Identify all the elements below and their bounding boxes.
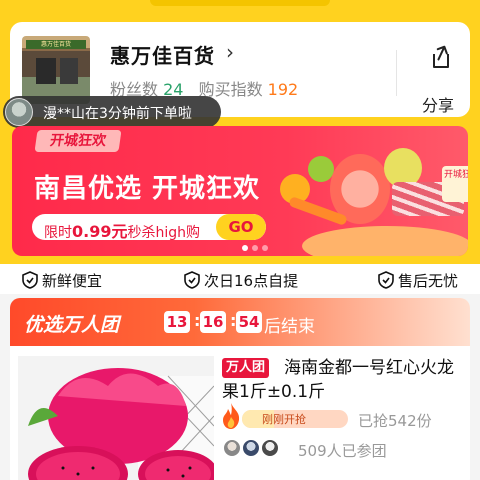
avatar <box>5 98 33 126</box>
buy-index-value: 192 <box>267 80 299 99</box>
order-toast-text: 漫**山在3分钟前下单啦 <box>43 106 192 122</box>
carousel-dot[interactable] <box>242 245 248 251</box>
promo-banner[interactable]: 开城狂欢 南昌优选 开城狂欢 限时0.99元秒杀high购 GO 开城狂欢 <box>12 126 468 256</box>
store-photo[interactable]: 惠万佳百货 <box>22 36 90 104</box>
sale-progress-bar: 刚刚开抢 <box>242 410 348 428</box>
carousel-indicator[interactable] <box>242 236 272 255</box>
share-icon[interactable] <box>430 44 452 70</box>
share-button[interactable]: 分享 <box>422 92 454 116</box>
flash-sale-title: 优选万人团 <box>24 314 120 336</box>
orange-fruit <box>308 156 334 182</box>
joined-count: 509人已参团 <box>298 442 387 460</box>
joined-avatars <box>222 438 281 462</box>
guarantee-item: 次日16点自提 <box>184 270 298 291</box>
flash-sale-header: 优选万人团 13 : 16 : 54 后结束 <box>10 298 470 346</box>
guarantee-item: 售后无忧 <box>378 270 458 291</box>
divider <box>396 50 397 96</box>
avatar <box>241 438 262 458</box>
fire-icon <box>223 403 240 429</box>
chevron-right-icon[interactable]: › <box>226 40 234 64</box>
banner-box: 开城狂欢 <box>442 166 468 202</box>
header-notch <box>150 0 330 6</box>
carousel-dot[interactable] <box>262 245 268 251</box>
timer-hours: 13 <box>164 311 190 333</box>
shield-check-icon <box>22 271 38 289</box>
store-photo-sign: 惠万佳百货 <box>26 40 86 49</box>
product-tag: 万人团 <box>222 358 270 378</box>
timer-suffix: 后结束 <box>264 317 315 337</box>
promo-price: 0.99元 <box>72 222 128 240</box>
guarantee-label: 新鲜便宜 <box>42 272 103 290</box>
flash-sale-card[interactable]: 优选万人团 13 : 16 : 54 后结束 海南金都一号红心火龙果1斤±0.1… <box>10 298 470 480</box>
store-photo-window <box>60 58 78 84</box>
order-toast: 漫**山在3分钟前下单啦 <box>3 96 221 128</box>
guarantee-item: 新鲜便宜 <box>22 270 102 291</box>
fruit-plate <box>302 226 468 256</box>
timer-minutes: 16 <box>200 311 226 333</box>
sold-count: 已抢542份 <box>358 412 432 430</box>
guarantee-label: 次日16点自提 <box>204 272 299 290</box>
promo-prefix: 限时 <box>44 225 72 240</box>
promo-suffix: 秒杀high购 <box>127 225 201 240</box>
shield-check-icon <box>184 271 200 289</box>
banner-promo-text: 限时0.99元秒杀high购 <box>44 218 200 240</box>
banner-title: 南昌优选 开城狂欢 <box>34 174 261 204</box>
avatar <box>222 438 242 458</box>
carousel-dot[interactable] <box>252 245 258 251</box>
store-name[interactable]: 惠万佳百货 <box>110 40 215 69</box>
shield-check-icon <box>378 271 394 289</box>
product-image[interactable] <box>18 356 214 480</box>
guarantee-bar: 新鲜便宜 次日16点自提 售后无忧 <box>0 264 480 294</box>
guarantee-label: 售后无忧 <box>398 272 459 290</box>
sale-progress-label: 刚刚开抢 <box>262 413 306 426</box>
banner-tag: 开城狂欢 <box>34 130 122 152</box>
dragon-fruit-image <box>28 368 214 480</box>
store-photo-door <box>36 58 56 84</box>
banner-promo-pill[interactable]: 限时0.99元秒杀high购 GO <box>32 214 266 240</box>
timer-seconds: 54 <box>236 311 262 333</box>
avatar <box>260 438 281 458</box>
